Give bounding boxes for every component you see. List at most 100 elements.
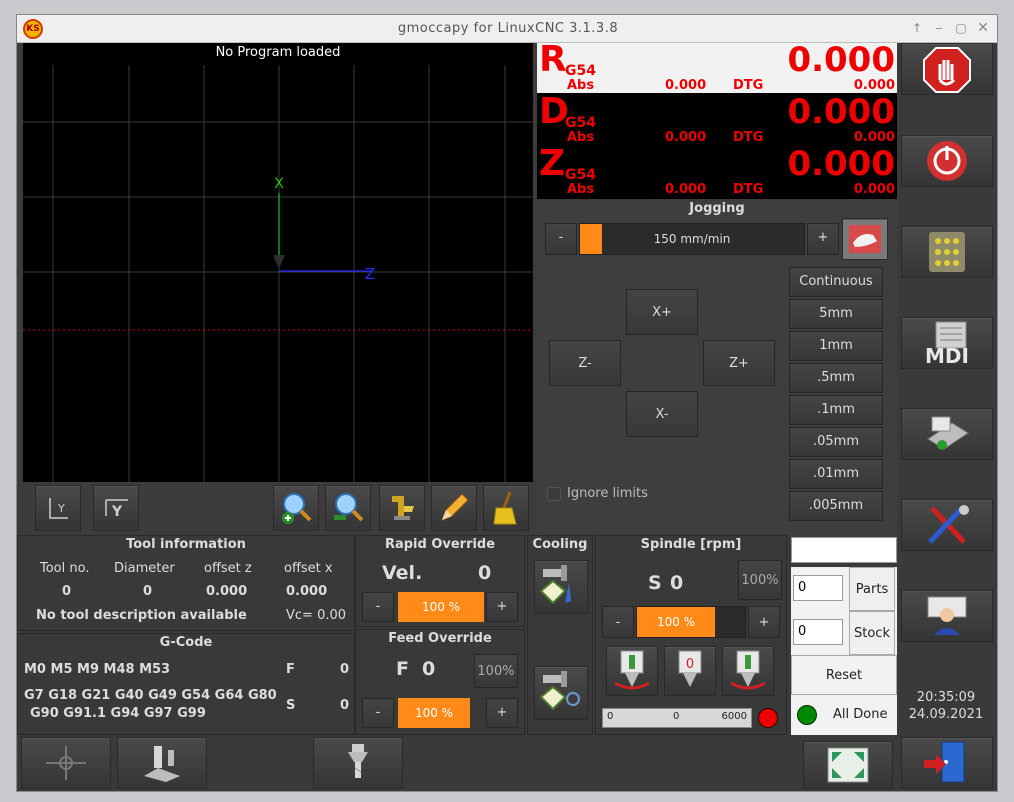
jog-increment-7[interactable]: .005mm	[789, 491, 883, 521]
stop-hand-icon	[923, 47, 971, 93]
jog-z-plus-button[interactable]: Z+	[703, 340, 775, 386]
exit-button[interactable]	[901, 737, 993, 789]
jog-increment-2[interactable]: 1mm	[789, 331, 883, 361]
spindle-bar-max: 6000	[721, 711, 747, 722]
auto-mode-button[interactable]	[901, 408, 993, 460]
spindle-stop-button[interactable]: 0	[664, 646, 716, 696]
stock-spinbox[interactable]: 0	[793, 619, 843, 645]
dro-value-d: 0.000	[787, 92, 895, 132]
estop-button[interactable]	[901, 43, 993, 95]
auto-machine-icon	[927, 416, 969, 450]
dro-panel: R G54 0.000 Abs 0.000 DTG 0.000 D G54 0.…	[537, 39, 897, 199]
settings-button[interactable]	[901, 499, 993, 551]
spindle-right-button[interactable]	[722, 646, 774, 696]
rapid-plus-button[interactable]: +	[486, 592, 518, 622]
mdi-label: MDI	[925, 344, 969, 368]
dro-coord-r: G54	[565, 63, 596, 79]
jog-speed-plus-button[interactable]: +	[807, 223, 839, 255]
dro-abs-label-z: Abs	[567, 182, 595, 197]
manual-mode-button[interactable]	[901, 226, 993, 278]
home-all-button[interactable]	[21, 737, 111, 789]
feed-plus-button[interactable]: +	[486, 698, 518, 728]
hand-jog-icon	[849, 225, 881, 253]
maximize-icon[interactable]: ▢	[953, 20, 969, 36]
jog-speed-slider[interactable]: 150 mm/min	[579, 223, 805, 255]
gcode-preview[interactable]: No Program loaded X Z	[23, 43, 533, 482]
turtle-jog-button[interactable]	[842, 218, 888, 260]
mist-coolant-button[interactable]	[534, 666, 588, 720]
view-p-button[interactable]: Y	[35, 485, 81, 531]
tool-info-panel: Tool information Tool no. Diameter offse…	[17, 535, 355, 631]
feed-label: F	[286, 662, 295, 677]
spindle-at-speed-led	[758, 708, 778, 728]
view-y-button[interactable]: Y	[93, 485, 139, 531]
spindle-s-label: S	[648, 572, 662, 594]
zoom-in-button[interactable]	[273, 485, 319, 531]
user-tabs-button[interactable]	[901, 590, 993, 642]
fullscreen-icon	[827, 747, 869, 783]
bottom-bar	[17, 735, 997, 791]
status-led	[797, 705, 817, 725]
jog-z-minus-button[interactable]: Z-	[549, 340, 621, 386]
spindle-override-reset-button[interactable]: 100%	[738, 560, 782, 600]
dro-abs-label-r: Abs	[567, 78, 595, 93]
feed-override-f-label: F	[396, 658, 409, 680]
preview-panel: No Program loaded X Z Y Y	[17, 43, 537, 535]
ignore-limits-checkbox[interactable]	[547, 487, 561, 501]
tool-change-button[interactable]	[313, 737, 403, 789]
feed-override-slider[interactable]: 100 %	[398, 698, 470, 728]
tool-no-header: Tool no.	[40, 561, 90, 576]
spindle-left-button[interactable]	[606, 646, 658, 696]
jog-increment-1[interactable]: 5mm	[789, 299, 883, 329]
jog-x-plus-button[interactable]: X+	[626, 289, 698, 335]
spindle-minus-button[interactable]: -	[602, 606, 634, 638]
measure-button[interactable]	[379, 485, 425, 531]
edit-button[interactable]	[431, 485, 477, 531]
spindle-override-slider[interactable]: 100 %	[636, 606, 746, 638]
svg-text:Y: Y	[111, 504, 123, 520]
dro-value-z: 0.000	[787, 144, 895, 184]
spindle-override-handle[interactable]: 100 %	[637, 607, 715, 637]
jog-increment-0[interactable]: Continuous	[789, 267, 883, 297]
close-icon[interactable]: ✕	[975, 20, 991, 36]
feed-minus-button[interactable]: -	[362, 698, 394, 728]
keep-above-icon[interactable]: ↑	[909, 20, 925, 36]
jog-increment-3[interactable]: .5mm	[789, 363, 883, 393]
jog-increment-4[interactable]: .1mm	[789, 395, 883, 425]
gcode-title: G-Code	[159, 635, 213, 650]
dro-row-z[interactable]: Z G54 0.000 Abs 0.000 DTG 0.000	[537, 143, 897, 197]
spindle-plus-button[interactable]: +	[748, 606, 780, 638]
parts-spinbox[interactable]: 0	[793, 575, 843, 601]
minimize-icon[interactable]: ‒	[931, 20, 947, 36]
active-mcodes: M0 M5 M9 M48 M53	[24, 662, 171, 677]
svg-text:0: 0	[686, 657, 694, 672]
dro-abs-label-d: Abs	[567, 130, 595, 145]
rapid-override-slider[interactable]: 100 %	[398, 592, 484, 622]
jog-x-minus-button[interactable]: X-	[626, 391, 698, 437]
spindle-bar-min: 0	[607, 711, 614, 722]
keypad-icon	[929, 232, 965, 272]
machine-power-button[interactable]	[901, 135, 993, 187]
touch-off-button[interactable]	[117, 737, 207, 789]
zoom-out-button[interactable]	[325, 485, 371, 531]
feed-override-reset-button[interactable]: 100%	[474, 654, 518, 688]
dro-abs-value-r: 0.000	[665, 78, 707, 93]
jog-increment-6[interactable]: .01mm	[789, 459, 883, 489]
fullscreen-button[interactable]	[803, 741, 893, 789]
dro-row-d[interactable]: D G54 0.000 Abs 0.000 DTG 0.000	[537, 91, 897, 145]
cooling-title: Cooling	[532, 537, 588, 552]
clear-plot-button[interactable]	[483, 485, 529, 531]
counter-panel: 0 Parts 0 Stock Reset All Done	[789, 535, 897, 735]
jog-speed-minus-button[interactable]: -	[545, 223, 577, 255]
dro-row-r[interactable]: R G54 0.000 Abs 0.000 DTG 0.000	[537, 39, 897, 93]
counter-entry[interactable]	[791, 537, 897, 563]
gcode-panel: G-Code M0 M5 M9 M48 M53 F 0 G7 G18 G21 G…	[17, 633, 355, 735]
reset-counter-button[interactable]: Reset	[791, 655, 897, 695]
stock-button[interactable]: Stock	[849, 611, 895, 655]
mdi-mode-button[interactable]: MDI	[901, 317, 993, 369]
flood-coolant-button[interactable]	[534, 560, 588, 614]
dro-dtg-value-z: 0.000	[853, 182, 895, 197]
jog-increment-5[interactable]: .05mm	[789, 427, 883, 457]
rapid-minus-button[interactable]: -	[362, 592, 394, 622]
parts-button[interactable]: Parts	[849, 567, 895, 611]
